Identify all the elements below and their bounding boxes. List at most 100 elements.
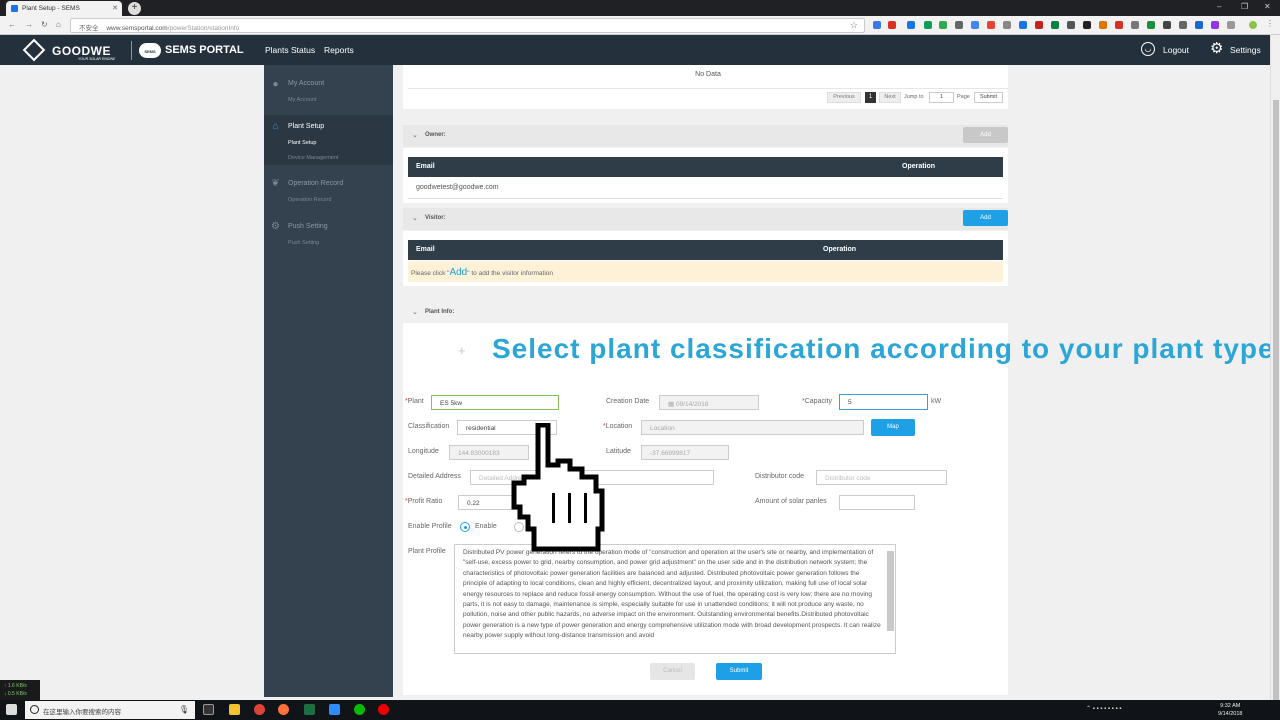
nav-plants-status[interactable]: Plants Status (265, 45, 315, 55)
next-page-button[interactable]: Next (879, 92, 901, 103)
record-icon[interactable] (378, 704, 389, 715)
hint-add-link[interactable]: Add (449, 267, 467, 278)
owner-section-header[interactable]: ⌄ Owner: (403, 125, 1008, 147)
wechat-icon[interactable] (354, 704, 365, 715)
reload-icon[interactable]: ↻ (41, 20, 48, 29)
extension-icon[interactable] (873, 21, 881, 29)
cancel-button[interactable]: Cancel (650, 663, 695, 680)
capacity-input[interactable]: 5 (839, 394, 928, 410)
file-explorer-icon[interactable] (229, 704, 240, 715)
sidebar-group-plant-setup[interactable]: ⌂ Plant Setup Plant Setup Device Managem… (264, 115, 393, 165)
gear-icon[interactable]: ⚙ (1210, 41, 1223, 57)
nav-reports[interactable]: Reports (324, 45, 354, 55)
extension-icon[interactable] (907, 21, 915, 29)
plant-name-input[interactable]: ES 5kw (431, 395, 559, 410)
page-number-input[interactable]: 1 (929, 92, 954, 103)
extension-icon[interactable] (1003, 21, 1011, 29)
page-submit-button[interactable]: Submit (974, 92, 1003, 103)
url-bar[interactable]: 不安全 www.semsportal.com/powerStation/stat… (70, 18, 865, 33)
sidebar-group-my-account[interactable]: ● My Account My Account (264, 75, 393, 113)
sidebar-subitem-operation-record[interactable]: Operation Record (288, 197, 331, 203)
enable-radio-label[interactable]: Enable (475, 523, 497, 530)
windows-start-icon[interactable] (6, 704, 17, 715)
extension-icon[interactable] (971, 21, 979, 29)
maximize-icon[interactable]: ❐ (1241, 2, 1248, 11)
add-visitor-button[interactable]: Add (963, 210, 1008, 226)
extension-icon[interactable] (1099, 21, 1107, 29)
sidebar-group-push-setting[interactable]: ⚙ Push Setting Push Setting (264, 218, 393, 254)
previous-page-button[interactable]: Previous (827, 92, 861, 103)
tab-close-icon[interactable]: ✕ (112, 4, 118, 12)
taskbar-clock[interactable]: 9:32 AM 9/14/2018 (1218, 702, 1242, 718)
extension-icon[interactable] (1035, 21, 1043, 29)
plant-profile-textarea[interactable]: Distributed PV power generation refers t… (454, 544, 896, 654)
minimize-icon[interactable]: – (1217, 2, 1221, 11)
bookmark-star-icon[interactable]: ☆ (850, 20, 858, 31)
sidebar-item-plant-setup[interactable]: Plant Setup (288, 123, 324, 130)
extension-icon[interactable] (1211, 21, 1219, 29)
back-icon[interactable]: ← (8, 20, 16, 29)
solar-panels-input[interactable] (839, 495, 915, 510)
close-window-icon[interactable]: ✕ (1264, 2, 1271, 11)
extension-icon[interactable] (1131, 21, 1139, 29)
plus-icon[interactable]: + (458, 343, 466, 358)
sidebar-group-operation-record[interactable]: ❦ Operation Record Operation Record (264, 175, 393, 211)
home-icon[interactable]: ⌂ (56, 20, 61, 29)
forward-icon[interactable]: → (25, 20, 33, 29)
sidebar-subitem-device-management[interactable]: Device Management (288, 155, 338, 161)
distributor-code-input[interactable]: Distributor code (816, 470, 947, 485)
latitude-input[interactable]: -37.66999817 (641, 445, 729, 460)
app-icon[interactable] (329, 704, 340, 715)
extension-icon[interactable] (939, 21, 947, 29)
taskbar-search[interactable]: 在这里输入你要搜索的内容 🎙 (25, 701, 195, 719)
sidebar-subitem-plant-setup[interactable]: Plant Setup (288, 140, 316, 146)
tray-icons[interactable]: ⌃ ▪ ▪ ▪ ▪ ▪ ▪ ▪ ▪ (1086, 705, 1121, 712)
map-button[interactable]: Map (871, 419, 915, 436)
profile-avatar-icon[interactable] (1249, 21, 1257, 29)
visitor-section-header[interactable]: ⌄ Visitor: (403, 208, 1008, 230)
extension-icon[interactable] (1115, 21, 1123, 29)
browser-menu-icon[interactable]: ⋮ (1266, 19, 1274, 28)
creation-date-input[interactable]: ▦ 09/14/2018 (659, 395, 759, 410)
page-scrollbar[interactable] (1270, 35, 1280, 700)
sidebar-subitem-push-setting[interactable]: Push Setting (288, 240, 319, 246)
submit-button[interactable]: Submit (716, 663, 762, 680)
sidebar-item-my-account[interactable]: My Account (288, 80, 324, 87)
user-icon[interactable]: ◡ (1141, 42, 1155, 56)
new-tab-button[interactable]: + (128, 2, 141, 15)
task-view-icon[interactable] (203, 704, 214, 715)
extension-icon[interactable] (987, 21, 995, 29)
extension-icon[interactable] (1227, 21, 1235, 29)
extension-icon[interactable] (1083, 21, 1091, 29)
enable-radio[interactable] (460, 522, 470, 532)
sidebar-item-operation-record[interactable]: Operation Record (288, 180, 343, 187)
page-scrollbar-thumb[interactable] (1273, 100, 1279, 700)
extension-icon[interactable] (1051, 21, 1059, 29)
browser-tab[interactable]: Plant Setup - SEMS ✕ (6, 1, 122, 16)
extension-icon[interactable] (888, 21, 896, 29)
textarea-scrollbar[interactable] (887, 551, 894, 631)
extension-icon[interactable] (955, 21, 963, 29)
extension-icon[interactable] (1195, 21, 1203, 29)
extension-icon[interactable] (924, 21, 932, 29)
chrome-icon[interactable] (254, 704, 265, 715)
current-page[interactable]: 1 (865, 92, 876, 103)
extension-icon[interactable] (1163, 21, 1171, 29)
add-owner-button[interactable]: Add (963, 127, 1008, 143)
chevron-down-icon[interactable]: ⌄ (412, 308, 418, 316)
sidebar-subitem-my-account[interactable]: My Account (288, 97, 316, 103)
settings-link[interactable]: Settings (1230, 45, 1261, 55)
firefox-icon[interactable] (278, 704, 289, 715)
extension-icon[interactable] (1067, 21, 1075, 29)
chevron-down-icon[interactable]: ⌄ (412, 214, 418, 222)
microphone-icon[interactable]: 🎙 (179, 705, 189, 714)
sidebar-item-push-setting[interactable]: Push Setting (288, 223, 328, 230)
extension-icon[interactable] (1179, 21, 1187, 29)
plant-info-section-header[interactable]: ⌄ Plant Info: (403, 302, 1008, 324)
chevron-down-icon[interactable]: ⌄ (412, 131, 418, 139)
logout-link[interactable]: Logout (1163, 45, 1189, 55)
extension-icon[interactable] (1019, 21, 1027, 29)
location-input[interactable]: Location (641, 420, 864, 435)
excel-icon[interactable] (304, 704, 315, 715)
extension-icon[interactable] (1147, 21, 1155, 29)
